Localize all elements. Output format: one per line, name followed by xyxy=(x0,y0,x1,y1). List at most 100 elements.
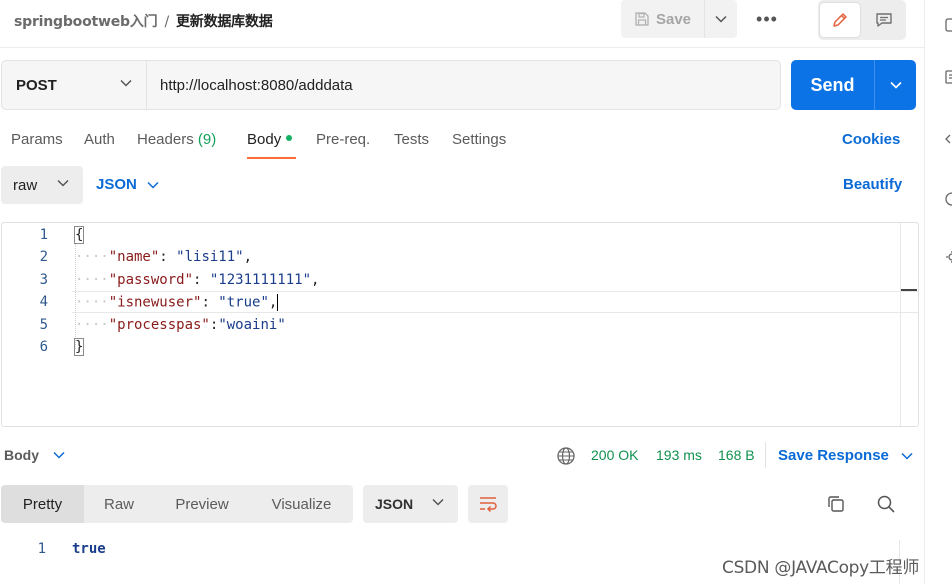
save-options-button[interactable] xyxy=(705,0,737,38)
tab-prerequest[interactable]: Pre-req. xyxy=(316,131,370,148)
json-comma: , xyxy=(311,272,320,288)
settings-icon[interactable] xyxy=(945,250,952,264)
divider xyxy=(765,442,766,468)
line-number: 5 xyxy=(39,317,48,333)
code-icon[interactable] xyxy=(945,132,952,146)
send-button[interactable]: Send xyxy=(791,60,875,110)
response-format-value: JSON xyxy=(375,496,414,512)
top-bar: springbootweb入门 / 更新数据库数据 Save ••• xyxy=(0,0,924,48)
edit-mode-button[interactable] xyxy=(820,3,860,37)
info-icon[interactable] xyxy=(945,192,952,206)
edit-icon xyxy=(833,13,847,27)
search-icon[interactable] xyxy=(876,494,896,514)
line-number: 2 xyxy=(39,249,48,265)
chevron-down-icon xyxy=(53,451,65,459)
send-button-group: Send xyxy=(791,60,916,110)
http-method-value: POST xyxy=(16,76,57,94)
chevron-down-icon xyxy=(432,498,444,506)
tab-headers[interactable]: Headers (9) xyxy=(137,131,216,148)
code-line: } xyxy=(73,338,85,356)
right-sidebar xyxy=(924,0,952,584)
code-line: { xyxy=(73,226,85,244)
tab-visualize[interactable]: Visualize xyxy=(250,485,353,523)
more-icon: ••• xyxy=(756,8,778,29)
response-size[interactable]: 168 B xyxy=(718,447,755,463)
json-value: "true" xyxy=(218,294,269,311)
globe-icon[interactable] xyxy=(556,446,576,466)
save-label: Save xyxy=(655,10,692,28)
request-title[interactable]: 更新数据库数据 xyxy=(176,14,273,30)
code-line: ····"isnewuser": "true", xyxy=(75,294,279,311)
http-method-select[interactable]: POST xyxy=(1,60,146,110)
url-input[interactable]: http://localhost:8080/adddata xyxy=(146,60,781,110)
save-icon xyxy=(635,12,649,26)
watermark: CSDN @JAVACopy工程师 xyxy=(722,558,920,578)
breadcrumb-separator: / xyxy=(164,14,169,30)
json-colon: : xyxy=(193,272,210,288)
beautify-button[interactable]: Beautify xyxy=(843,176,902,193)
breadcrumb: springbootweb入门 / 更新数据库数据 xyxy=(14,11,273,31)
request-body-editor[interactable]: 1 2 3 4 5 6 { ····"name": "lisi11", ····… xyxy=(1,222,919,427)
json-comma: , xyxy=(268,294,278,311)
response-view-tabs: Pretty Raw Preview Visualize xyxy=(1,485,353,523)
comment-icon xyxy=(876,13,892,27)
json-close-brace: } xyxy=(73,338,85,356)
breadcrumb-collection[interactable]: springbootweb入门 xyxy=(14,14,158,30)
chevron-down-icon xyxy=(120,79,132,87)
documentation-icon[interactable] xyxy=(945,18,952,32)
body-language-select[interactable]: JSON xyxy=(96,176,159,193)
tab-body-label: Body xyxy=(247,131,282,148)
response-time[interactable]: 193 ms xyxy=(656,447,702,463)
save-button-group: Save xyxy=(621,0,737,38)
response-body-value: true xyxy=(72,541,106,557)
comments-button[interactable] xyxy=(864,3,904,37)
code-snippet-icon[interactable] xyxy=(945,70,952,84)
code-line: ····"password": "1231111111", xyxy=(75,272,320,288)
tab-params[interactable]: Params xyxy=(11,131,63,148)
copy-icon[interactable] xyxy=(826,494,846,514)
json-value: "woaini" xyxy=(218,317,286,333)
json-value: "1231111111" xyxy=(209,272,312,288)
wrap-lines-button[interactable] xyxy=(468,485,508,523)
editor-scrollbar[interactable] xyxy=(900,223,918,426)
tab-raw[interactable]: Raw xyxy=(84,485,154,523)
tab-pretty[interactable]: Pretty xyxy=(1,485,84,523)
wrap-icon xyxy=(480,497,497,513)
response-line-number: 1 xyxy=(37,541,46,557)
code-line: ····"processpas":"woaini" xyxy=(75,317,286,333)
json-colon: : xyxy=(201,294,219,311)
send-options-button[interactable] xyxy=(875,60,916,110)
more-actions-button[interactable]: ••• xyxy=(752,7,782,31)
tab-auth[interactable]: Auth xyxy=(84,131,115,148)
line-number: 3 xyxy=(39,272,48,288)
response-section-select[interactable]: Body xyxy=(4,447,65,463)
body-language-value: JSON xyxy=(96,176,137,193)
body-mode-value: raw xyxy=(13,176,38,194)
tab-body[interactable]: Body xyxy=(247,131,293,148)
view-mode-toggle xyxy=(818,0,906,40)
tab-tests[interactable]: Tests xyxy=(394,131,429,148)
json-key: "processpas" xyxy=(108,317,210,333)
response-section-label: Body xyxy=(4,447,39,463)
tab-settings[interactable]: Settings xyxy=(452,131,506,148)
save-button[interactable]: Save xyxy=(621,0,705,38)
line-number: 1 xyxy=(39,227,48,243)
active-tab-indicator xyxy=(247,157,296,159)
tab-headers-label: Headers xyxy=(137,131,194,148)
line-number: 6 xyxy=(39,339,48,355)
save-response-button[interactable]: Save Response xyxy=(778,447,913,464)
json-open-brace: { xyxy=(73,226,85,244)
body-mode-select[interactable]: raw xyxy=(1,166,83,204)
chevron-down-icon xyxy=(715,15,727,23)
cookies-link[interactable]: Cookies xyxy=(842,131,900,148)
json-key: "password" xyxy=(108,272,194,288)
save-response-label: Save Response xyxy=(778,447,889,464)
response-format-select[interactable]: JSON xyxy=(363,485,458,523)
url-value: http://localhost:8080/adddata xyxy=(160,76,353,94)
response-status[interactable]: 200 OK xyxy=(591,447,638,463)
chevron-down-icon xyxy=(901,452,913,460)
tab-preview[interactable]: Preview xyxy=(154,485,250,523)
text-cursor xyxy=(277,294,279,311)
chevron-down-icon xyxy=(57,179,69,187)
json-key: "name" xyxy=(108,249,160,265)
